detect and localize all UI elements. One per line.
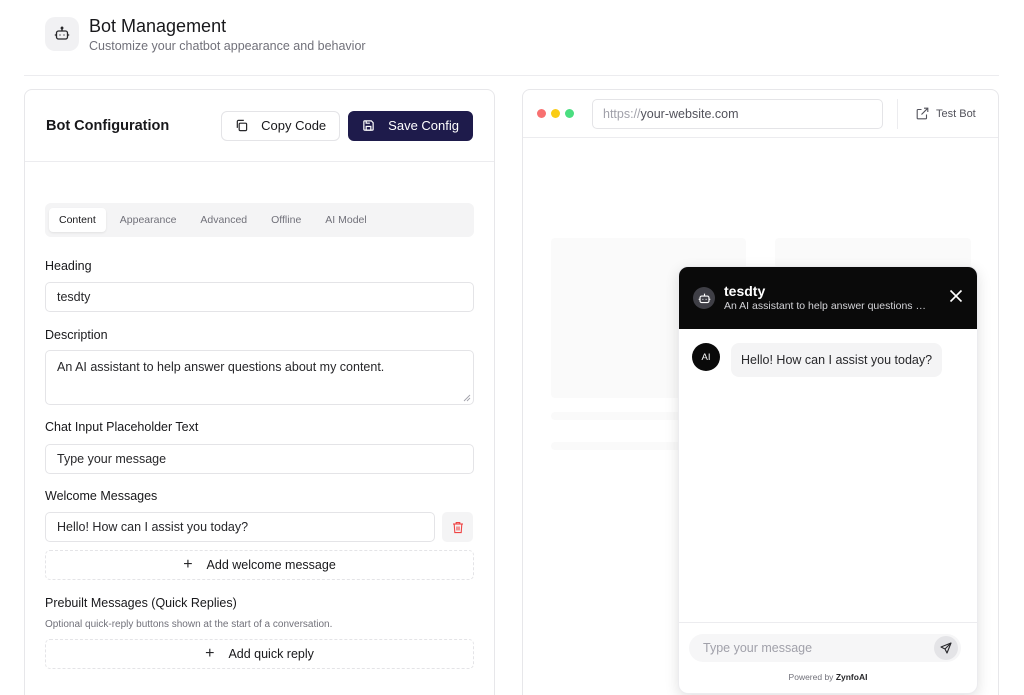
prebuilt-messages-label: Prebuilt Messages (Quick Replies): [45, 596, 237, 610]
add-welcome-message-label: Add welcome message: [206, 558, 336, 572]
ai-avatar: AI: [692, 343, 720, 371]
placeholder-value: Type your message: [57, 452, 167, 466]
bar-separator: [897, 98, 898, 129]
welcome-message-value: Hello! How can I assist you today?: [57, 520, 249, 534]
chat-footer-divider: [679, 622, 977, 623]
url-host: your-website.com: [640, 106, 739, 121]
copy-code-label: Copy Code: [261, 118, 327, 133]
red-dot: [537, 109, 546, 118]
description-label: Description: [45, 328, 108, 342]
heading-label: Heading: [45, 259, 92, 273]
placeholder-block: [775, 238, 971, 268]
add-welcome-message-button[interactable]: + Add welcome message: [45, 550, 474, 580]
add-quick-reply-button[interactable]: + Add quick reply: [45, 639, 474, 669]
page-header: Bot Management Customize your chatbot ap…: [45, 14, 366, 54]
url-protocol: https://: [603, 106, 641, 121]
bot-icon: [693, 287, 715, 309]
heading-input[interactable]: tesdty: [45, 282, 474, 312]
page-title: Bot Management: [89, 15, 227, 36]
placeholder-input[interactable]: Type your message: [45, 444, 474, 474]
copy-icon: [236, 119, 248, 132]
placeholder-line: [551, 442, 681, 450]
yellow-dot: [551, 109, 560, 118]
plus-icon: +: [183, 556, 193, 573]
welcome-messages-label: Welcome Messages: [45, 489, 158, 503]
welcome-bubble: Hello! How can I assist you today?: [731, 343, 943, 377]
chat-message: AI Hello! How can I assist you today?: [692, 343, 943, 377]
save-config-label: Save Config: [388, 118, 459, 133]
send-icon: [940, 642, 952, 654]
green-dot: [565, 109, 574, 118]
powered-by-brand: ZynfoAI: [835, 672, 868, 682]
welcome-message-input[interactable]: Hello! How can I assist you today?: [45, 512, 435, 542]
tab-ai-model[interactable]: AI Model: [315, 208, 376, 232]
powered-by: Powered by ZynfoAI: [679, 672, 977, 682]
resize-handle-icon[interactable]: [463, 394, 471, 402]
placeholder-line: [551, 412, 681, 420]
trash-icon: [452, 521, 463, 533]
external-link-icon: [916, 107, 929, 120]
send-button[interactable]: [934, 636, 958, 660]
tab-advanced[interactable]: Advanced: [190, 208, 257, 232]
test-bot-label: Test Bot: [936, 107, 976, 120]
placeholder-label: Chat Input Placeholder Text: [45, 420, 199, 434]
description-value: An AI assistant to help answer questions…: [57, 360, 385, 374]
chat-widget: tesdty An AI assistant to help answer qu…: [678, 266, 978, 694]
chat-input-placeholder: Type your message: [703, 641, 813, 655]
chat-bot-description: An AI assistant to help answer questions…: [724, 300, 930, 312]
save-config-button[interactable]: Save Config: [348, 110, 473, 141]
tab-content[interactable]: Content: [49, 208, 106, 232]
tab-offline[interactable]: Offline: [261, 208, 311, 232]
window-dots: [537, 109, 579, 118]
chat-message-input[interactable]: Type your message: [689, 634, 961, 662]
test-bot-button[interactable]: Test Bot: [916, 107, 976, 120]
url-input[interactable]: https://your-website.com: [592, 98, 883, 129]
bot-icon: [45, 17, 79, 51]
panel-title: Bot Configuration: [46, 117, 170, 134]
chat-bot-name: tesdty: [724, 283, 766, 299]
config-tabs: Content Appearance Advanced Offline AI M…: [45, 203, 474, 237]
copy-code-button[interactable]: Copy Code: [221, 110, 341, 141]
save-icon: [363, 120, 374, 131]
powered-by-prefix: Powered by: [788, 672, 834, 682]
heading-value: tesdty: [57, 290, 91, 304]
prebuilt-helper-text: Optional quick-reply buttons shown at th…: [45, 619, 333, 630]
page-subtitle: Customize your chatbot appearance and be…: [89, 38, 366, 53]
bot-configuration-panel: Bot Configuration Copy Code Save Config …: [24, 89, 495, 695]
close-chat-button[interactable]: [949, 289, 963, 308]
delete-welcome-button[interactable]: [442, 512, 473, 542]
add-quick-reply-label: Add quick reply: [228, 647, 314, 661]
plus-icon: +: [205, 645, 215, 662]
tab-appearance[interactable]: Appearance: [110, 208, 187, 232]
browser-bar: https://your-website.com Test Bot: [523, 90, 998, 138]
chat-header: tesdty An AI assistant to help answer qu…: [679, 267, 977, 329]
description-textarea[interactable]: An AI assistant to help answer questions…: [45, 350, 474, 405]
close-icon: [949, 289, 963, 302]
header-divider: [24, 75, 999, 76]
preview-panel: https://your-website.com Test Bot tesdty…: [522, 89, 999, 695]
